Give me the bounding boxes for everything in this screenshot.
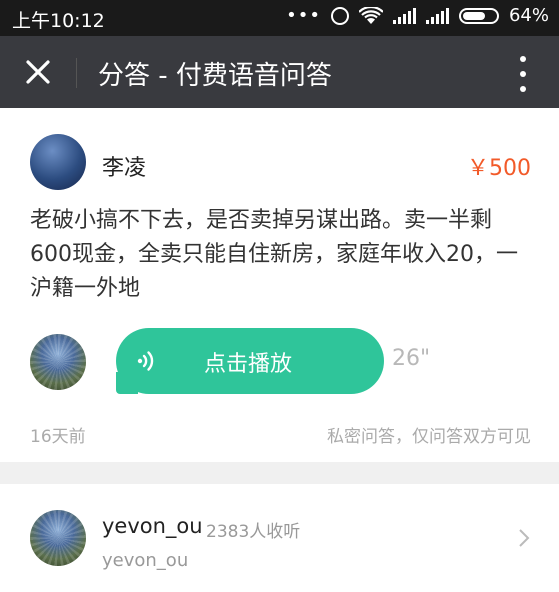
more-dot [520,86,526,92]
question-price: ￥500 [467,156,531,181]
voice-wave-icon [136,349,160,373]
listen-count: 2383人收听 [206,522,301,542]
chevron-right-icon [517,528,531,548]
wifi-icon [358,6,383,24]
status-icons: ••• 64% [286,5,549,26]
sync-icon [330,6,349,25]
question-card: 李凌 ￥500 老破小搞不下去，是否卖掉另谋出路。卖一半剩600现金，全卖只能自… [0,108,559,462]
battery-percent: 64% [508,5,549,26]
play-voice-button[interactable]: 点击播放 [116,328,384,394]
question-time-ago: 16天前 [30,427,86,447]
more-dot [520,71,526,77]
answerer-subtitle: yevon_ou [102,550,189,571]
more-options-button[interactable] [517,56,529,92]
answerer-avatar[interactable] [30,334,86,390]
voice-duration: 26" [392,346,431,371]
battery-icon [458,7,499,24]
app-bar-divider [76,58,77,88]
app-bar: 分答 - 付费语音问答 [0,36,559,108]
close-icon [26,60,50,84]
asker-avatar[interactable] [30,134,86,190]
status-bar: 上午10:12 ••• 64% [0,0,559,36]
privacy-note: 私密问答，仅问答双方可见 [327,427,531,447]
signal-2-icon [425,7,449,24]
close-button[interactable] [20,54,56,90]
question-text: 老破小搞不下去，是否卖掉另谋出路。卖一半剩600现金，全卖只能自住新房，家庭年收… [30,208,518,301]
answerer-profile-row[interactable]: yevon_ou 2383人收听 yevon_ou [0,484,559,592]
status-time: 上午10:12 [12,10,105,32]
asker-name[interactable]: 李凌 [102,150,146,182]
more-vertical-icon [520,56,526,62]
page-title: 分答 - 付费语音问答 [98,61,332,91]
answerer-profile-avatar [30,510,86,566]
answerer-name: yevon_ou [102,514,203,538]
play-label: 点击播放 [204,352,293,377]
more-notifications-icon: ••• [286,5,321,26]
signal-1-icon [392,7,416,24]
